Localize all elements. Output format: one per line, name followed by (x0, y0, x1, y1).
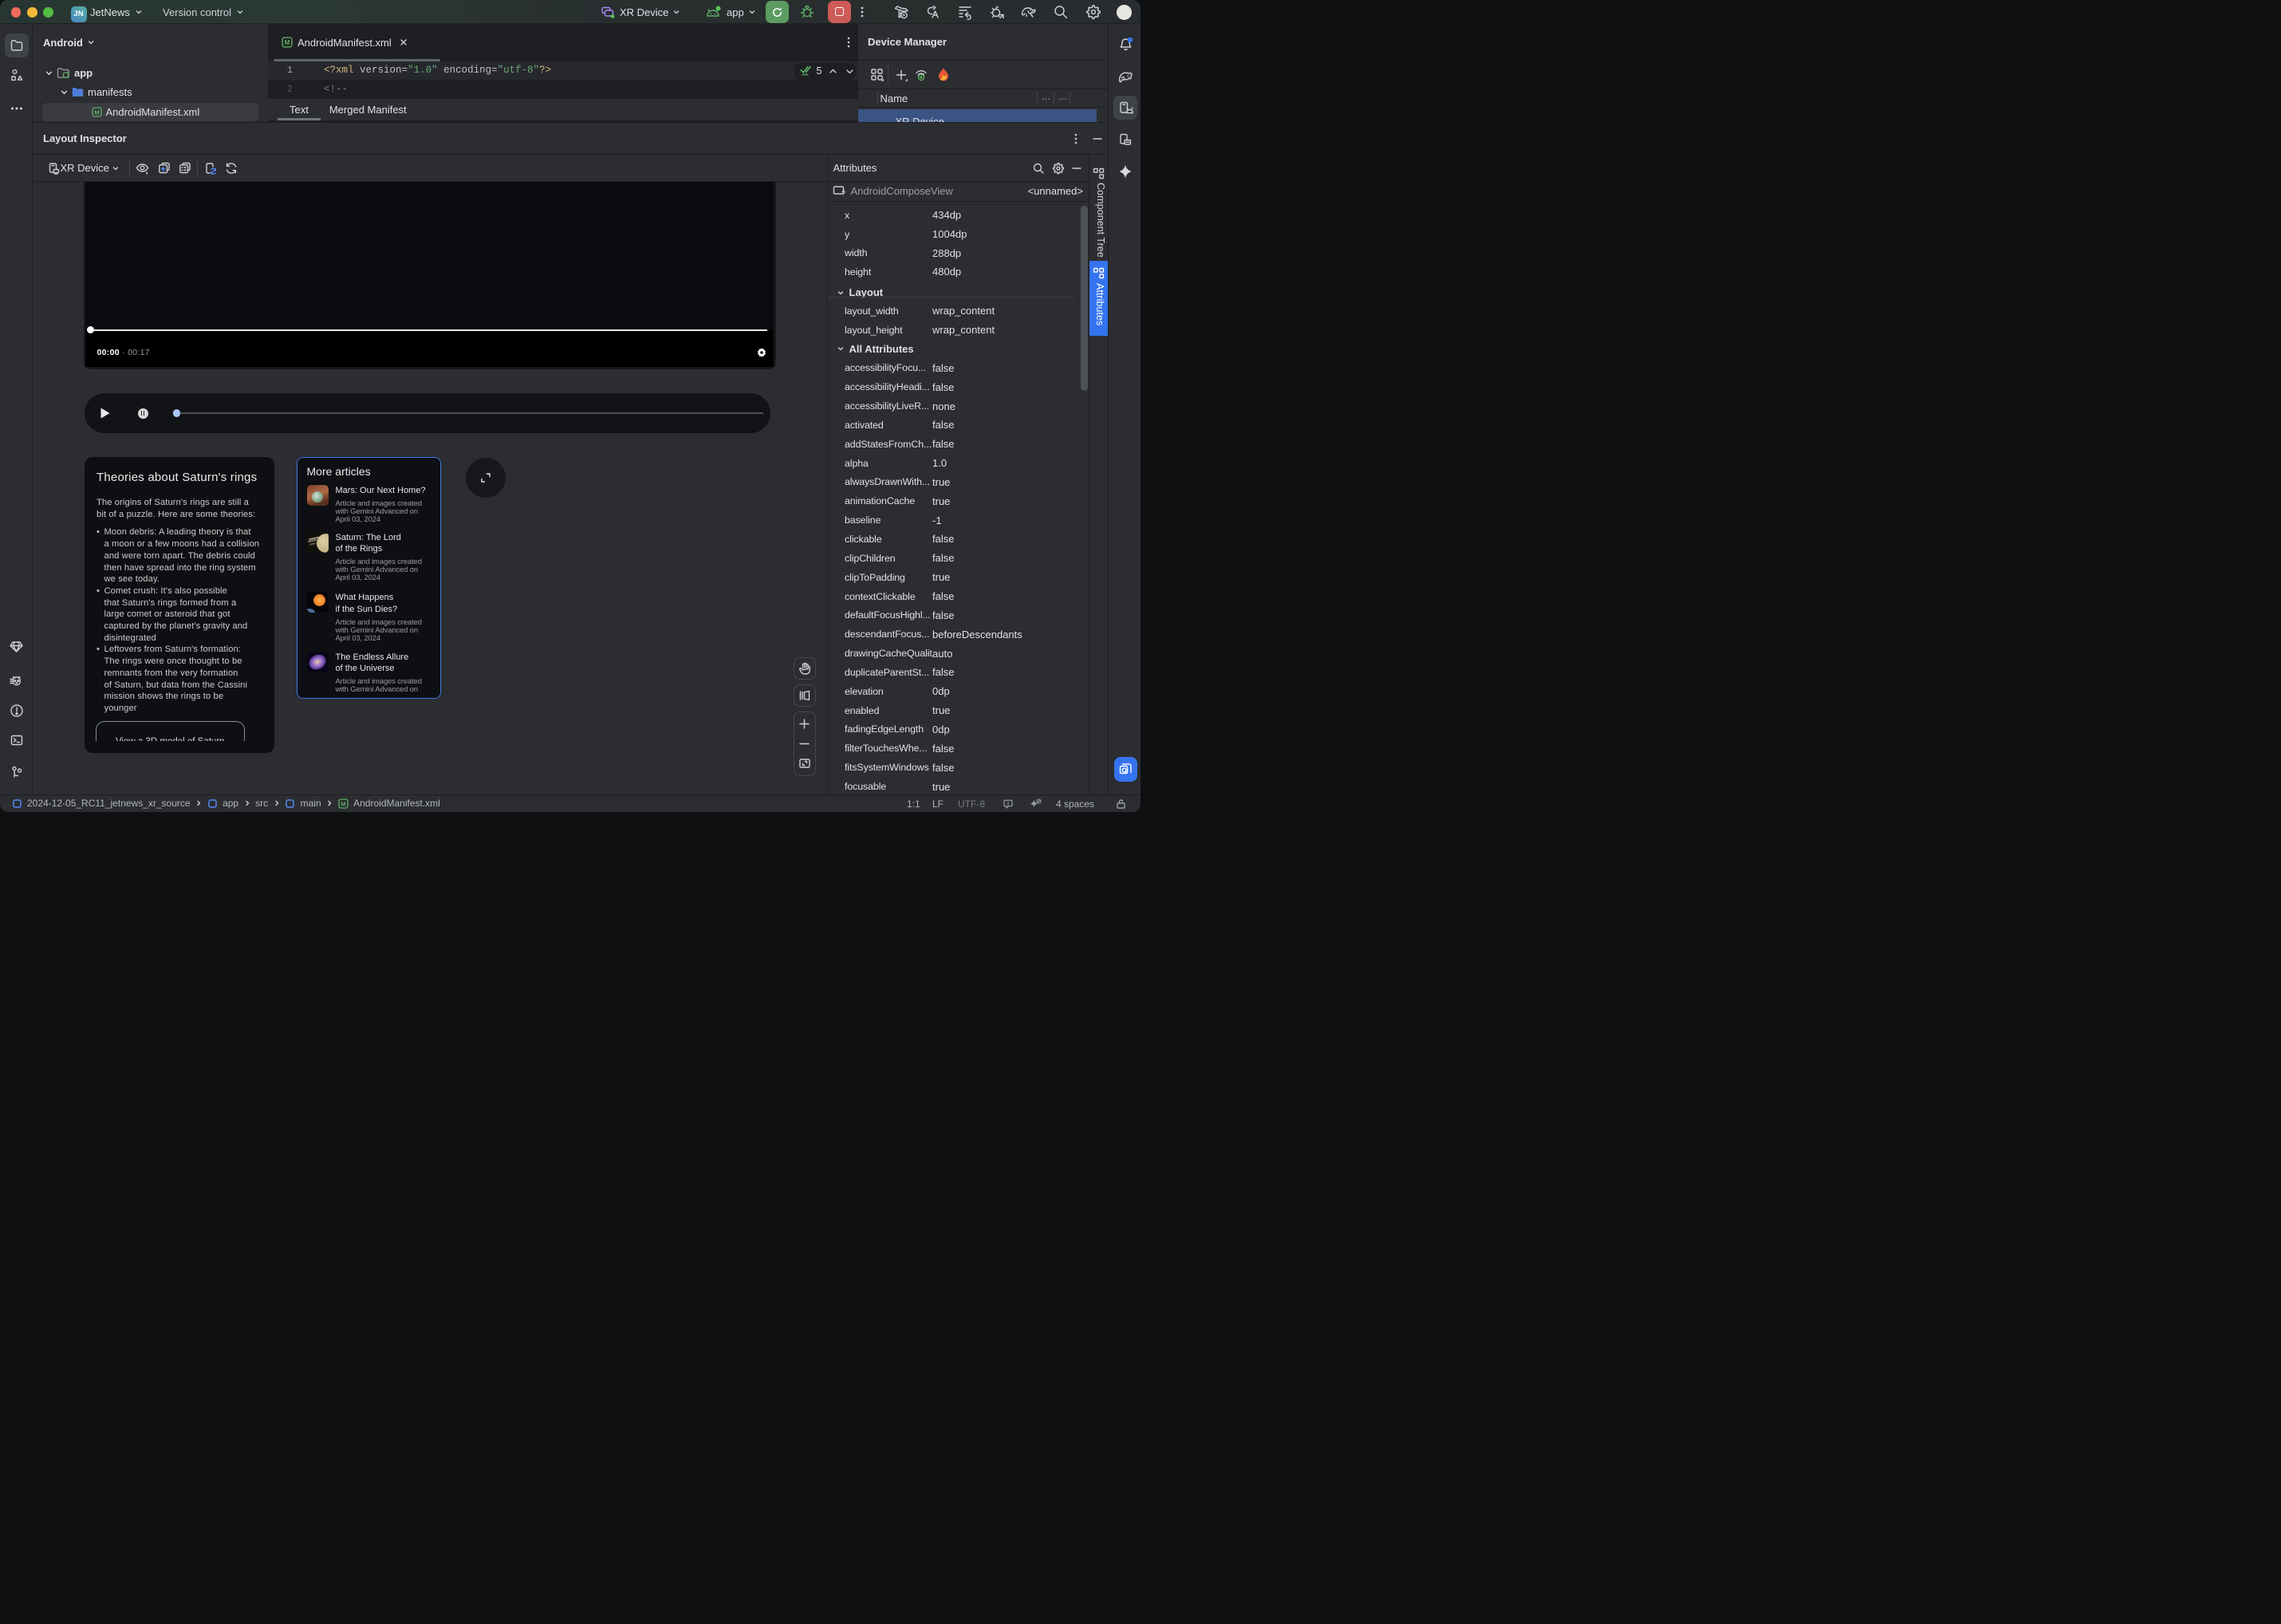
svg-text:M: M (94, 109, 99, 116)
svg-text:?: ? (841, 190, 845, 198)
svg-text:M: M (341, 800, 345, 807)
svg-text:M: M (285, 39, 290, 46)
